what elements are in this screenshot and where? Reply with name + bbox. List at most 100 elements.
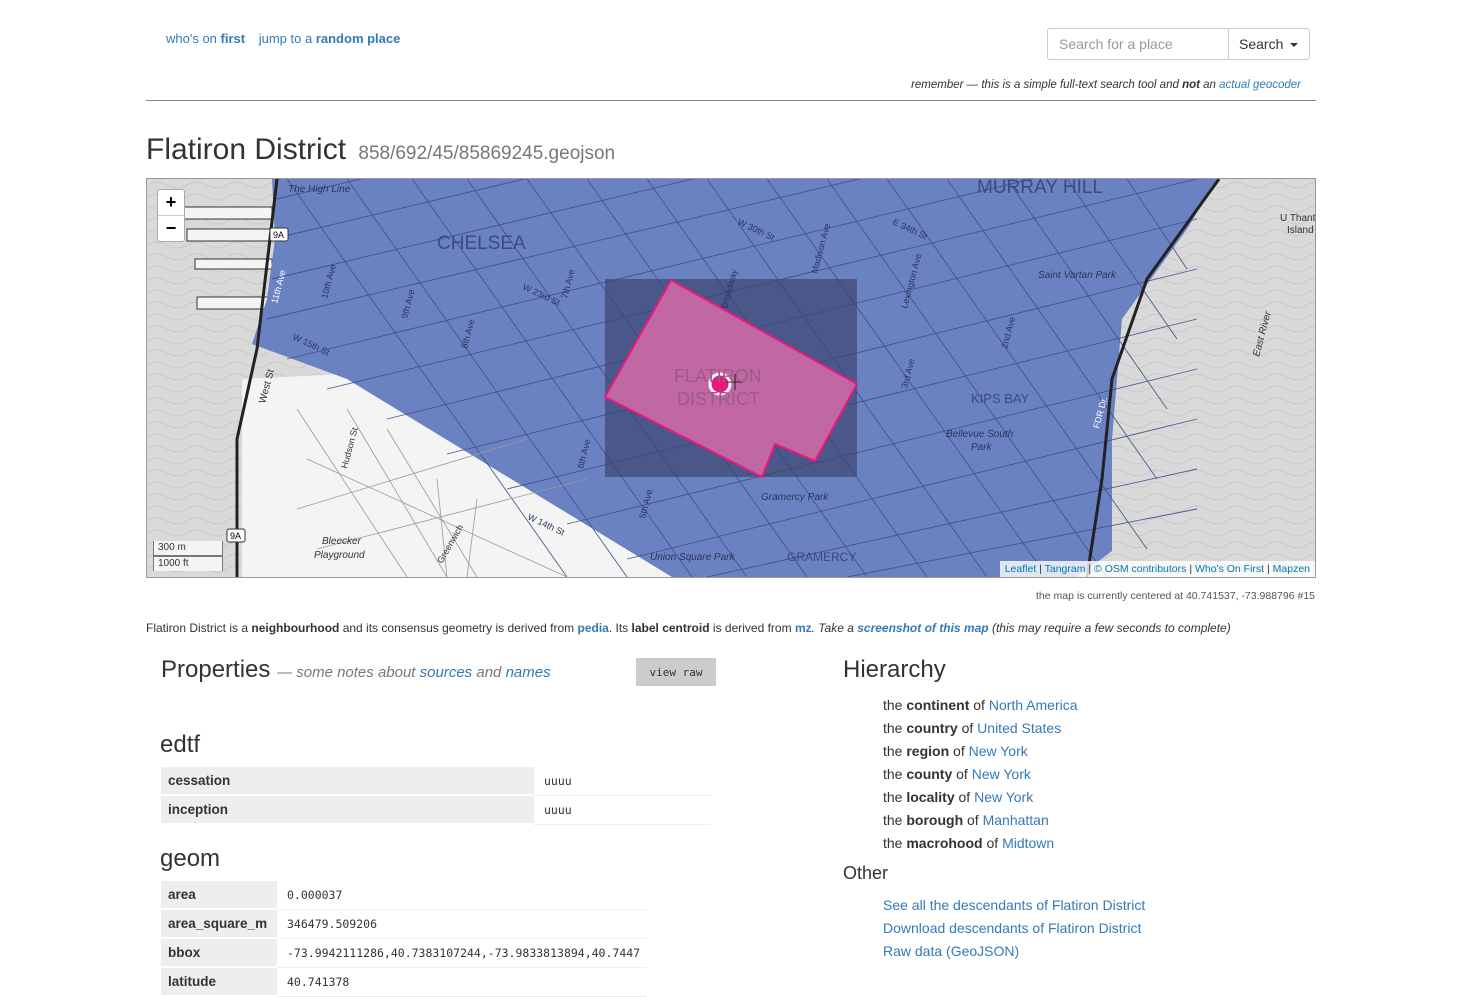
map-center-note: the map is currently centered at 40.7415… — [1035, 590, 1315, 602]
geom-source-link[interactable]: pedia — [578, 621, 609, 635]
place-name: Flatiron District — [146, 133, 347, 166]
table-row: cessation uuuu — [161, 767, 711, 796]
list-item: the macrohood of Midtown — [883, 835, 1055, 851]
prop-value: 346479.509206 — [277, 909, 648, 939]
raw-data-link[interactable]: Raw data (GeoJSON) — [883, 943, 1019, 959]
label-bellevue-south: Bellevue South — [946, 429, 1014, 440]
edtf-table: cessation uuuu inception uuuu — [161, 767, 711, 825]
properties-heading: Properties — some notes about sources an… — [161, 656, 551, 684]
notes-and: and — [476, 664, 502, 681]
prop-key: cessation — [161, 767, 534, 796]
download-descendants-link[interactable]: Download descendants of Flatiron Distric… — [883, 920, 1141, 936]
table-row: area_square_m 346479.509206 — [161, 909, 648, 939]
label-kips-bay: KIPS BAY — [971, 391, 1030, 406]
svg-text:9A: 9A — [230, 531, 241, 541]
label-gramercy-park: Gramercy Park — [761, 492, 829, 503]
names-link[interactable]: names — [506, 664, 551, 681]
list-item: the borough of Manhattan — [883, 812, 1049, 828]
label-bleecker: Bleecker — [322, 536, 362, 547]
prop-value: 0.000037 — [277, 881, 648, 910]
label-saint-vartan-park: Saint Vartan Park — [1038, 270, 1117, 281]
route-9a-shield-2: 9A — [226, 528, 246, 543]
search-button[interactable]: Search — [1228, 28, 1310, 60]
header-divider — [146, 100, 1316, 101]
scale-imperial: 1000 ft — [153, 556, 223, 571]
search-disclaimer: remember — this is a simple full-text se… — [911, 79, 1301, 91]
table-row: area 0.000037 — [161, 881, 648, 910]
scale-bar: 300 m 1000 ft — [153, 541, 223, 571]
zoom-in-button[interactable]: + — [158, 190, 184, 216]
desc-placetype: neighbourhood — [251, 621, 340, 635]
map[interactable]: CHELSEA MURRAY HILL FLATIRON DISTRICT KI… — [146, 178, 1316, 578]
prop-key: latitude — [161, 967, 277, 997]
label-chelsea: CHELSEA — [437, 233, 526, 254]
actual-geocoder-link[interactable]: actual geocoder — [1219, 79, 1301, 91]
list-item: the continent of North America — [883, 697, 1078, 713]
view-raw-button[interactable]: view raw — [636, 658, 716, 686]
attrib-wof[interactable]: Who's On First — [1195, 563, 1264, 575]
zoom-out-button[interactable]: − — [158, 216, 184, 241]
disclaimer-text: remember — this is a simple full-text se… — [911, 79, 1179, 91]
hierarchy-link[interactable]: New York — [972, 766, 1031, 782]
desc-text-6: (this may require a few seconds to compl… — [991, 621, 1231, 635]
hierarchy-link[interactable]: United States — [977, 720, 1061, 736]
zoom-control: + − — [157, 189, 185, 242]
label-u-thant: U Thant — [1280, 213, 1315, 224]
prop-value: uuuu — [534, 767, 711, 796]
screenshot-link[interactable]: screenshot of this map — [857, 621, 988, 635]
properties-title: Properties — [161, 656, 271, 683]
caret-down-icon — [1290, 43, 1299, 48]
page-title: Flatiron District 858/692/45/85869245.ge… — [146, 133, 615, 167]
hierarchy-link[interactable]: New York — [969, 743, 1028, 759]
list-item: the county of New York — [883, 766, 1031, 782]
search-button-label: Search — [1239, 36, 1284, 52]
desc-text-2: and its consensus geometry is derived fr… — [342, 621, 575, 635]
svg-text:9A: 9A — [273, 230, 284, 240]
label-murray-hill: MURRAY HILL — [977, 179, 1103, 198]
section-geom-heading: geom — [160, 845, 221, 872]
random-place-link[interactable]: jump to a random place — [259, 31, 401, 46]
route-9a-shield-1: 9A — [269, 227, 289, 242]
prop-value: 40.741378 — [277, 967, 648, 997]
see-descendants-link[interactable]: See all the descendants of Flatiron Dist… — [883, 897, 1145, 913]
sources-link[interactable]: sources — [420, 664, 473, 681]
desc-text-3: . Its — [608, 621, 629, 635]
prop-key: area — [161, 881, 277, 910]
hierarchy-link[interactable]: Manhattan — [983, 812, 1049, 828]
prop-value: -73.9942111286,40.7383107244,-73.9833813… — [277, 938, 648, 968]
attrib-osm[interactable]: © OSM contributors — [1094, 563, 1186, 575]
hierarchy-heading: Hierarchy — [843, 656, 946, 683]
list-item: the locality of New York — [883, 789, 1034, 805]
centroid-source-link[interactable]: mz — [795, 621, 812, 635]
notes-prefix: — some notes about — [277, 664, 416, 681]
hierarchy-link[interactable]: North America — [989, 697, 1078, 713]
desc-text-4: is derived from — [712, 621, 792, 635]
geojson-path: 858/692/45/85869245.geojson — [358, 143, 616, 164]
place-description: Flatiron District is a neighbourhood and… — [146, 621, 1231, 635]
label-park: Park — [971, 442, 993, 453]
attrib-leaflet[interactable]: Leaflet — [1005, 563, 1037, 575]
label-gramercy: GRAMERCY — [787, 550, 856, 564]
table-row: bbox -73.9942111286,40.7383107244,-73.98… — [161, 938, 648, 968]
other-heading: Other — [843, 863, 889, 883]
search-form: Search — [1047, 28, 1310, 60]
label-union-square-park: Union Square Park — [650, 552, 735, 563]
attrib-mapzen[interactable]: Mapzen — [1273, 563, 1310, 575]
attrib-tangram[interactable]: Tangram — [1045, 563, 1086, 575]
label-high-line: The High Line — [288, 184, 351, 195]
hierarchy-link[interactable]: Midtown — [1002, 835, 1054, 851]
table-row: latitude 40.741378 — [161, 967, 648, 997]
hierarchy-link[interactable]: New York — [974, 789, 1033, 805]
list-item: the country of United States — [883, 720, 1062, 736]
label-playground: Playground — [314, 550, 365, 561]
prop-key: inception — [161, 795, 534, 825]
whos-on-first-link[interactable]: who's on first — [166, 31, 245, 46]
map-canvas: CHELSEA MURRAY HILL FLATIRON DISTRICT KI… — [147, 179, 1315, 577]
search-input[interactable] — [1047, 28, 1228, 60]
table-row: inception uuuu — [161, 795, 711, 825]
desc-label-centroid: label centroid — [631, 621, 710, 635]
scale-metric: 300 m — [153, 541, 223, 556]
geom-table: area 0.000037 area_square_m 346479.50920… — [161, 881, 648, 997]
other-links: See all the descendants of Flatiron Dist… — [883, 894, 1145, 963]
list-item: the region of New York — [883, 743, 1028, 759]
